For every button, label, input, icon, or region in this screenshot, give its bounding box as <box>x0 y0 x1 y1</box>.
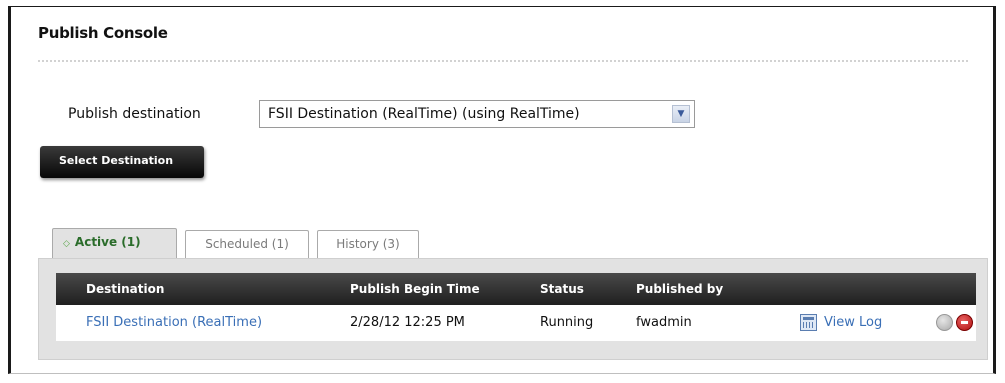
destination-link[interactable]: FSII Destination (RealTime) <box>86 315 262 330</box>
tab-history-label: History (3) <box>336 237 400 251</box>
column-header-status: Status <box>540 282 584 296</box>
table-row: FSII Destination (RealTime) 2/28/12 12:2… <box>56 305 976 341</box>
publish-destination-select-value: FSII Destination (RealTime) (using RealT… <box>268 106 580 122</box>
pause-icon[interactable] <box>936 314 953 331</box>
tab-scheduled-label: Scheduled (1) <box>205 237 289 251</box>
tab-active-label: Active (1) <box>74 235 141 249</box>
column-header-begin-time: Publish Begin Time <box>350 282 480 296</box>
table-header: Destination Publish Begin Time Status Pu… <box>56 273 976 305</box>
page-title: Publish Console <box>38 24 168 42</box>
tab-active[interactable]: ◇ Active (1) <box>52 228 177 258</box>
publish-destination-label: Publish destination <box>68 106 201 122</box>
published-by-cell: fwadmin <box>636 315 692 330</box>
publish-destination-select[interactable]: FSII Destination (RealTime) (using RealT… <box>259 100 695 128</box>
title-divider <box>38 60 968 62</box>
view-log-link[interactable]: View Log <box>824 315 882 330</box>
tab-history[interactable]: History (3) <box>317 230 419 258</box>
active-publish-panel: Destination Publish Begin Time Status Pu… <box>38 258 988 360</box>
tab-scheduled[interactable]: Scheduled (1) <box>185 230 309 258</box>
tab-active-indicator-icon: ◇ <box>63 239 70 249</box>
begin-time-cell: 2/28/12 12:25 PM <box>350 315 465 330</box>
stop-icon[interactable] <box>956 314 973 331</box>
status-cell: Running <box>540 315 594 330</box>
column-header-destination: Destination <box>86 282 165 296</box>
select-destination-button[interactable]: Select Destination <box>40 146 204 178</box>
column-header-published-by: Published by <box>636 282 724 296</box>
view-log-icon[interactable] <box>800 314 817 331</box>
dropdown-arrow-icon[interactable]: ▼ <box>672 105 690 123</box>
